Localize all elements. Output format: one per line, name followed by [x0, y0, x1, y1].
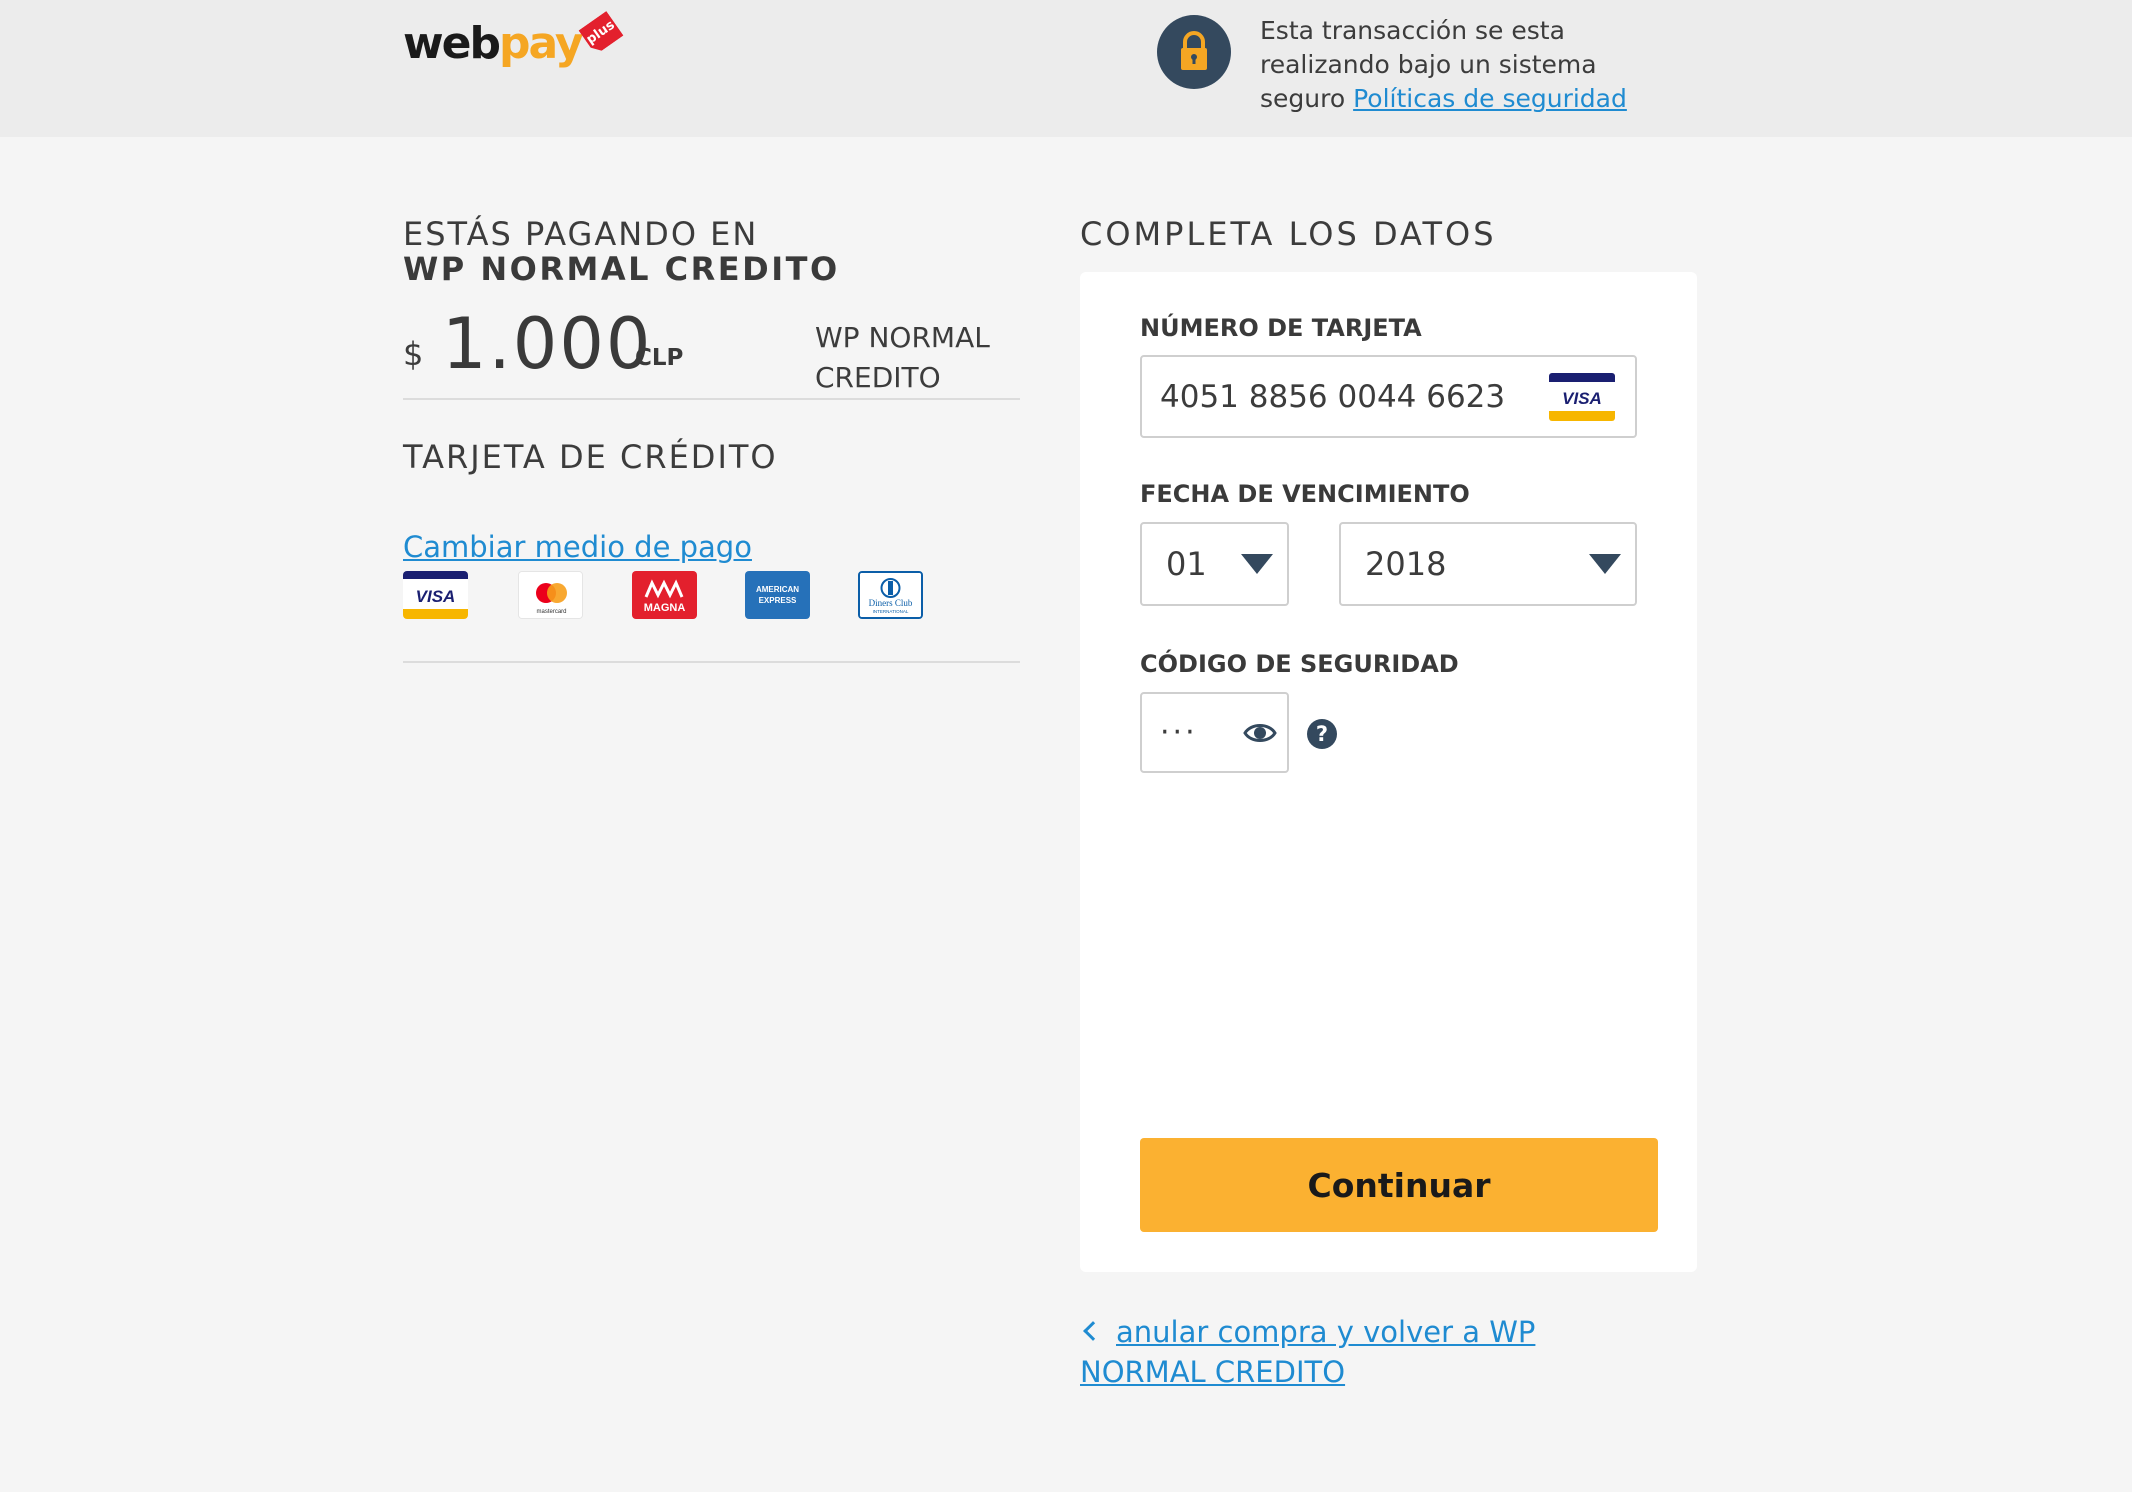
magna-logo-text: MAGNA — [644, 602, 686, 614]
expiry-year-value: 2018 — [1365, 545, 1447, 583]
cvv-field[interactable]: ··· — [1140, 692, 1289, 773]
visa-logo: VISA — [403, 571, 468, 619]
expiry-year-select[interactable]: 2018 — [1339, 522, 1637, 606]
change-payment-method-link[interactable]: Cambiar medio de pago — [403, 530, 752, 564]
expiry-month-value: 01 — [1166, 545, 1207, 583]
american-express-logo: AMERICAN EXPRESS — [745, 571, 810, 619]
continue-button[interactable]: Continuar — [1140, 1138, 1658, 1232]
svg-text:EXPRESS: EXPRESS — [759, 596, 797, 605]
payment-type-label: TARJETA DE CRÉDITO — [403, 438, 778, 476]
currency-symbol: $ — [403, 335, 424, 373]
expiry-month-select[interactable]: 01 — [1140, 522, 1289, 606]
expiry-label: FECHA DE VENCIMIENTO — [1140, 480, 1470, 508]
lock-icon — [1157, 15, 1231, 89]
chevron-down-icon — [1589, 554, 1621, 574]
svg-text:Diners Club: Diners Club — [869, 598, 913, 608]
card-number-label: NÚMERO DE TARJETA — [1140, 314, 1422, 342]
security-policy-link[interactable]: Políticas de seguridad — [1353, 84, 1627, 113]
form-title: COMPLETA LOS DATOS — [1080, 215, 1497, 253]
svg-text:AMERICAN: AMERICAN — [756, 585, 799, 594]
header-bar: web pay plus Esta transacción se esta re… — [0, 0, 2132, 137]
logo-pay-text: pay — [499, 18, 584, 69]
cancel-purchase-link[interactable]: anular compra y volver a WP NORMAL CREDI… — [1080, 1312, 1640, 1392]
methods-divider — [403, 661, 1020, 663]
visa-logo-text: VISA — [416, 587, 456, 606]
webpay-logo: web pay plus — [403, 14, 618, 74]
card-number-field[interactable]: VISA — [1140, 355, 1637, 438]
svg-text:INTERNATIONAL: INTERNATIONAL — [873, 609, 909, 614]
paying-label: ESTÁS PAGANDO EN — [403, 215, 759, 253]
mastercard-logo-text: mastercard — [536, 609, 566, 615]
mastercard-logo: mastercard — [518, 571, 583, 619]
currency-code: CLP — [635, 345, 684, 371]
cancel-purchase-text[interactable]: anular compra y volver a WP NORMAL CREDI… — [1080, 1315, 1535, 1389]
logo-web-text: web — [403, 18, 501, 69]
chevron-down-icon — [1241, 554, 1273, 574]
chevron-left-icon — [1083, 1321, 1103, 1341]
diners-club-logo: Diners Club INTERNATIONAL — [858, 571, 923, 619]
cvv-label: CÓDIGO DE SEGURIDAD — [1140, 650, 1459, 678]
cvv-masked-value: ··· — [1160, 715, 1198, 750]
magna-logo: MAGNA — [632, 571, 697, 619]
amount-value: 1.000 — [442, 303, 653, 385]
card-brand-visa-icon: VISA — [1549, 373, 1615, 421]
help-icon[interactable]: ? — [1307, 719, 1337, 749]
card-number-input[interactable] — [1158, 357, 1538, 436]
eye-icon[interactable] — [1243, 720, 1277, 746]
merchant-side-label: WP NORMAL CREDITO — [815, 321, 990, 394]
security-notice: Esta transacción se esta realizando bajo… — [1260, 14, 1680, 116]
card-brand-label: VISA — [1562, 389, 1602, 408]
logo-plus-badge: plus — [578, 11, 623, 55]
summary-divider — [403, 398, 1020, 400]
merchant-name: WP NORMAL CREDITO — [403, 250, 840, 288]
